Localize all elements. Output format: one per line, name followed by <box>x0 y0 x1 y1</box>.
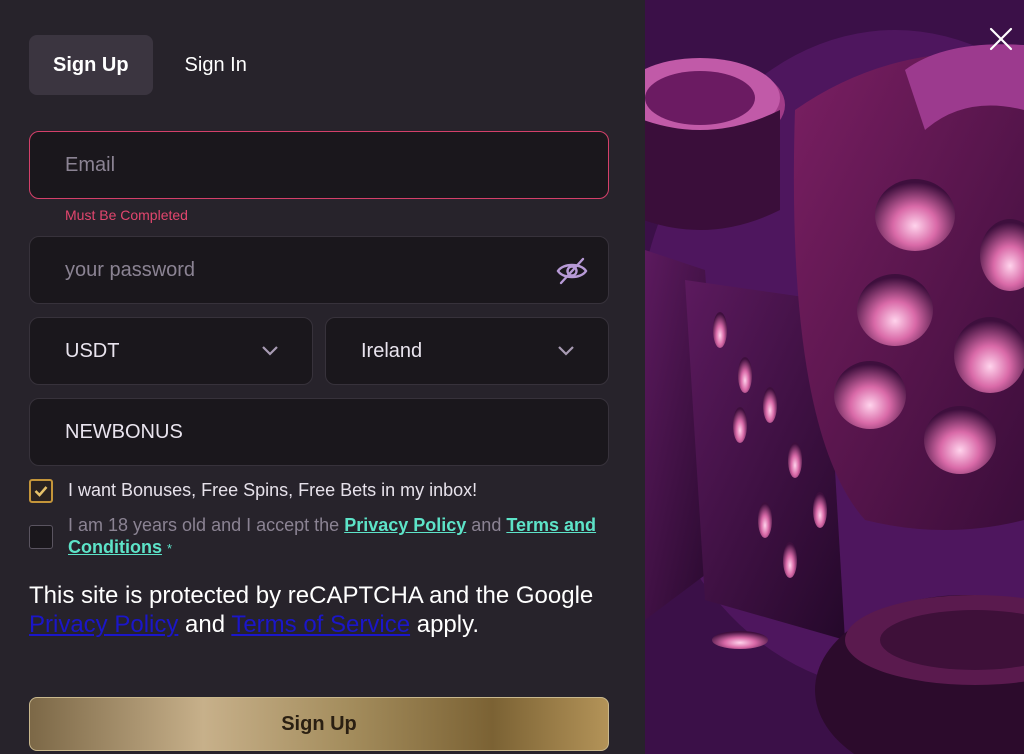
eye-slash-icon[interactable] <box>556 256 588 286</box>
bonuses-label: I want Bonuses, Free Spins, Free Bets in… <box>68 480 478 500</box>
google-privacy-link[interactable]: Privacy Policy <box>29 611 178 638</box>
recaptcha-text: This site is protected by reCAPTCHA and … <box>29 582 594 609</box>
terms-checkbox-row: I am 18 years old and I accept the Priva… <box>29 514 609 560</box>
close-icon[interactable] <box>988 26 1014 52</box>
bonuses-checkbox-row: I want Bonuses, Free Spins, Free Bets in… <box>29 479 477 503</box>
email-field[interactable]: Email <box>29 131 609 199</box>
country-select[interactable]: Ireland <box>325 317 609 385</box>
terms-text: I am 18 years old and I accept the <box>68 515 340 535</box>
email-placeholder: Email <box>65 153 116 176</box>
promo-code-field[interactable]: NEWBONUS <box>29 398 609 466</box>
signup-panel: Sign Up Sign In Email Must Be Completed … <box>0 0 645 754</box>
casino-dice-illustration <box>645 0 1024 754</box>
recaptcha-notice: This site is protected by reCAPTCHA and … <box>29 581 629 639</box>
password-placeholder: your password <box>65 258 196 281</box>
required-mark: * <box>167 541 173 556</box>
currency-value: USDT <box>65 339 120 362</box>
checkmark-icon <box>34 486 48 497</box>
promo-code-value: NEWBONUS <box>65 420 183 443</box>
terms-label: I am 18 years old and I accept the Priva… <box>68 514 609 560</box>
recaptcha-and: and <box>185 611 226 638</box>
chevron-down-icon <box>262 346 278 356</box>
recaptcha-apply: apply. <box>416 611 479 638</box>
auth-tabs: Sign Up Sign In <box>29 35 271 95</box>
google-terms-link[interactable]: Terms of Service <box>231 611 410 638</box>
dice-artwork <box>645 0 1024 754</box>
tab-sign-up[interactable]: Sign Up <box>29 35 153 95</box>
tab-sign-in[interactable]: Sign In <box>161 35 271 95</box>
currency-select[interactable]: USDT <box>29 317 313 385</box>
email-error-message: Must Be Completed <box>65 207 188 223</box>
chevron-down-icon <box>558 346 574 356</box>
bonuses-checkbox[interactable] <box>29 479 53 503</box>
terms-checkbox[interactable] <box>29 525 53 549</box>
privacy-policy-link[interactable]: Privacy Policy <box>344 515 466 535</box>
terms-and-text: and <box>471 515 502 535</box>
country-value: Ireland <box>361 339 423 362</box>
sign-up-button[interactable]: Sign Up <box>29 697 609 751</box>
password-field[interactable]: your password <box>29 236 609 304</box>
